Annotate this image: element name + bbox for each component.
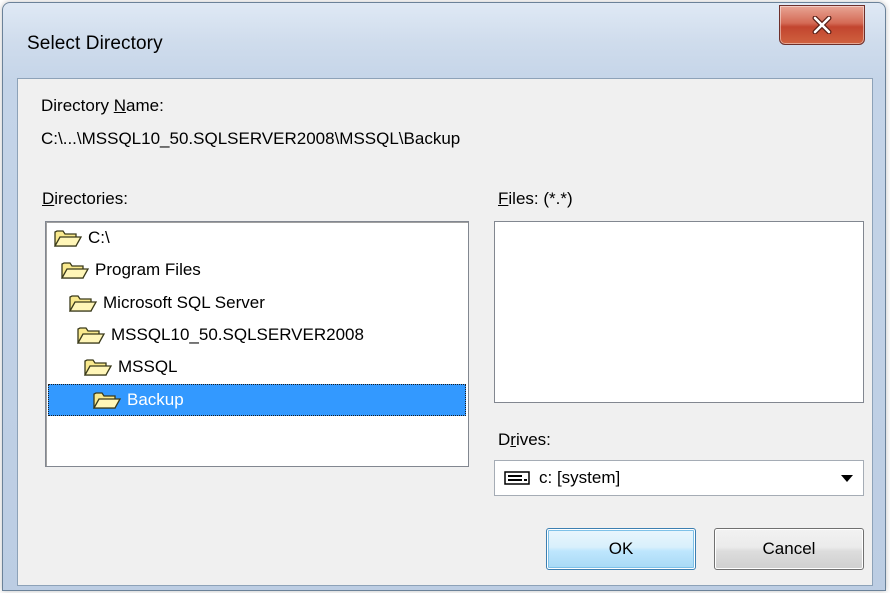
directories-label-post: irectories:	[54, 189, 128, 208]
dialog-client-area: Directory Name: C:\...\MSSQL10_50.SQLSER…	[17, 78, 873, 586]
open-folder-icon	[60, 262, 90, 279]
directory-item-label: Backup	[127, 390, 184, 409]
directories-label: Directories:	[42, 189, 128, 209]
directory-item-label: MSSQL	[118, 357, 178, 376]
open-folder-icon	[68, 295, 98, 312]
drives-label-post: ives:	[515, 430, 551, 449]
directory-item-microsoft-sql-server[interactable]: Microsoft SQL Server	[68, 287, 265, 319]
drive-icon	[504, 471, 530, 485]
directory-item-backup[interactable]: Backup	[48, 384, 466, 416]
directory-name-label-pre: Directory	[41, 96, 114, 115]
files-label-accel: F	[498, 189, 509, 208]
directory-item-label: MSSQL10_50.SQLSERVER2008	[111, 325, 364, 344]
close-icon	[812, 16, 832, 34]
directory-name-value: C:\...\MSSQL10_50.SQLSERVER2008\MSSQL\Ba…	[41, 129, 461, 148]
close-button[interactable]	[779, 5, 865, 45]
directory-name-label-post: ame:	[126, 96, 164, 115]
cancel-button[interactable]: Cancel	[714, 528, 864, 570]
drives-combobox[interactable]: c: [system]	[494, 460, 864, 496]
files-label-post: iles: (*.*)	[508, 189, 573, 208]
select-directory-window: Select Directory Directory Name: C:\...\…	[2, 2, 886, 591]
directory-item-mssql[interactable]: MSSQL	[83, 351, 178, 383]
directory-item-c-root[interactable]: C:\	[53, 222, 110, 254]
open-folder-icon	[53, 230, 83, 247]
directory-item-label: C:\	[88, 228, 110, 247]
open-folder-icon	[92, 392, 122, 409]
directory-item-label: Microsoft SQL Server	[103, 293, 265, 312]
directories-label-accel: D	[42, 189, 55, 208]
directory-item-program-files[interactable]: Program Files	[60, 254, 201, 286]
files-list[interactable]	[494, 221, 864, 403]
chevron-down-icon[interactable]	[841, 475, 853, 482]
drives-label-pre: D	[498, 430, 511, 449]
files-label: Files: (*.*)	[498, 189, 573, 209]
open-folder-icon	[83, 359, 113, 376]
open-folder-icon	[76, 327, 106, 344]
drives-selected-value: c: [system]	[539, 468, 621, 487]
window-title: Select Directory	[27, 33, 163, 54]
directory-item-mssql10-50[interactable]: MSSQL10_50.SQLSERVER2008	[76, 319, 364, 351]
directory-item-label: Program Files	[95, 260, 201, 279]
directory-name-label: Directory Name:	[41, 96, 164, 116]
ok-button[interactable]: OK	[546, 528, 696, 570]
directory-name-label-accel: N	[113, 96, 127, 115]
title-bar[interactable]: Select Directory	[3, 3, 885, 81]
drives-label: Drives:	[498, 430, 551, 450]
directories-list[interactable]: C:\ Program Files Microsoft SQL Server M…	[45, 221, 469, 467]
